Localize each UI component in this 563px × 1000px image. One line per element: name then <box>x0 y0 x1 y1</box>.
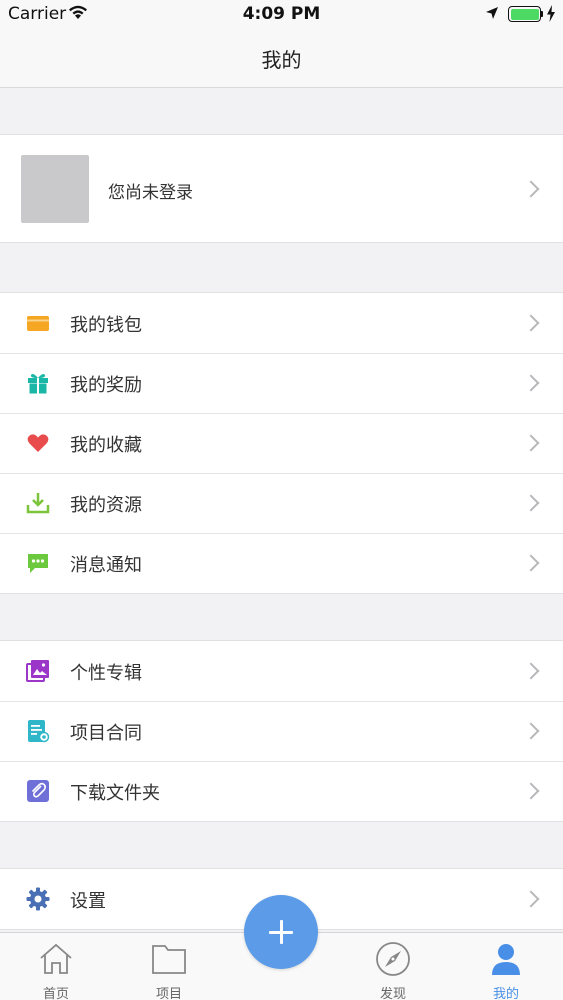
tab-project[interactable]: 项目 <box>119 933 219 1000</box>
menu-item-resources[interactable]: 我的资源 <box>0 473 563 533</box>
person-icon <box>492 944 520 975</box>
contract-icon <box>28 720 50 743</box>
location-arrow-icon <box>486 7 498 19</box>
menu-item-rewards[interactable]: 我的奖励 <box>0 353 563 413</box>
login-status-label: 您尚未登录 <box>108 183 193 203</box>
menu-item-download-folder[interactable]: 下载文件夹 <box>0 761 563 821</box>
login-row[interactable]: 您尚未登录 <box>0 134 563 243</box>
add-button[interactable] <box>244 895 318 969</box>
tab-label: 首页 <box>42 987 69 1000</box>
home-icon <box>40 943 72 974</box>
menu-item-label: 下载文件夹 <box>70 783 160 804</box>
menu-item-label: 设置 <box>70 891 106 912</box>
avatar <box>21 155 89 223</box>
tab-label: 发现 <box>379 987 406 1000</box>
menu-item-albums[interactable]: 个性专辑 <box>0 641 563 701</box>
message-icon <box>28 554 48 573</box>
chevron-right-icon <box>522 180 540 198</box>
chevron-right-icon <box>522 554 540 572</box>
tab-home[interactable]: 首页 <box>6 933 106 1000</box>
compass-icon <box>376 942 410 976</box>
heart-icon <box>27 434 49 452</box>
menu-item-contracts[interactable]: 项目合同 <box>0 701 563 761</box>
album-icon <box>26 660 49 682</box>
chevron-right-icon <box>522 434 540 452</box>
menu-section-2: 个性专辑 项目合同 下载文件夹 <box>0 640 563 822</box>
charging-bolt-icon <box>547 5 555 22</box>
chevron-right-icon <box>522 890 540 908</box>
chevron-right-icon <box>522 782 540 800</box>
menu-item-label: 我的钱包 <box>70 315 142 336</box>
navigation-bar: 我的 <box>0 28 563 88</box>
tab-mine[interactable]: 我的 <box>456 933 556 1000</box>
wallet-icon <box>27 316 49 331</box>
status-time: 4:09 PM <box>242 4 321 24</box>
battery-tip <box>541 11 543 17</box>
download-icon <box>26 493 50 514</box>
menu-item-label: 个性专辑 <box>70 663 142 684</box>
menu-item-favorites[interactable]: 我的收藏 <box>0 413 563 473</box>
status-bar: Carrier 4:09 PM <box>0 0 563 28</box>
tab-discover[interactable]: 发现 <box>343 933 443 1000</box>
gear-icon <box>26 887 50 911</box>
tab-label: 项目 <box>155 987 182 1000</box>
menu-item-label: 项目合同 <box>70 723 142 744</box>
menu-item-label: 我的奖励 <box>70 375 142 396</box>
chevron-right-icon <box>522 494 540 512</box>
menu-section-1: 我的钱包 我的奖励 我的收藏 我的资源 消息通知 <box>0 292 563 594</box>
page-title: 我的 <box>261 48 302 72</box>
paperclip-icon <box>27 780 49 802</box>
battery-icon <box>508 6 541 22</box>
gift-icon <box>28 374 48 394</box>
folder-icon <box>152 945 186 974</box>
menu-item-notifications[interactable]: 消息通知 <box>0 533 563 593</box>
menu-item-label: 我的资源 <box>70 495 142 516</box>
chevron-right-icon <box>522 722 540 740</box>
chevron-right-icon <box>522 314 540 332</box>
menu-item-label: 消息通知 <box>70 555 142 576</box>
chevron-right-icon <box>522 662 540 680</box>
chevron-right-icon <box>522 374 540 392</box>
menu-item-wallet[interactable]: 我的钱包 <box>0 293 563 353</box>
tab-label: 我的 <box>492 987 519 1000</box>
menu-item-label: 我的收藏 <box>70 435 142 456</box>
